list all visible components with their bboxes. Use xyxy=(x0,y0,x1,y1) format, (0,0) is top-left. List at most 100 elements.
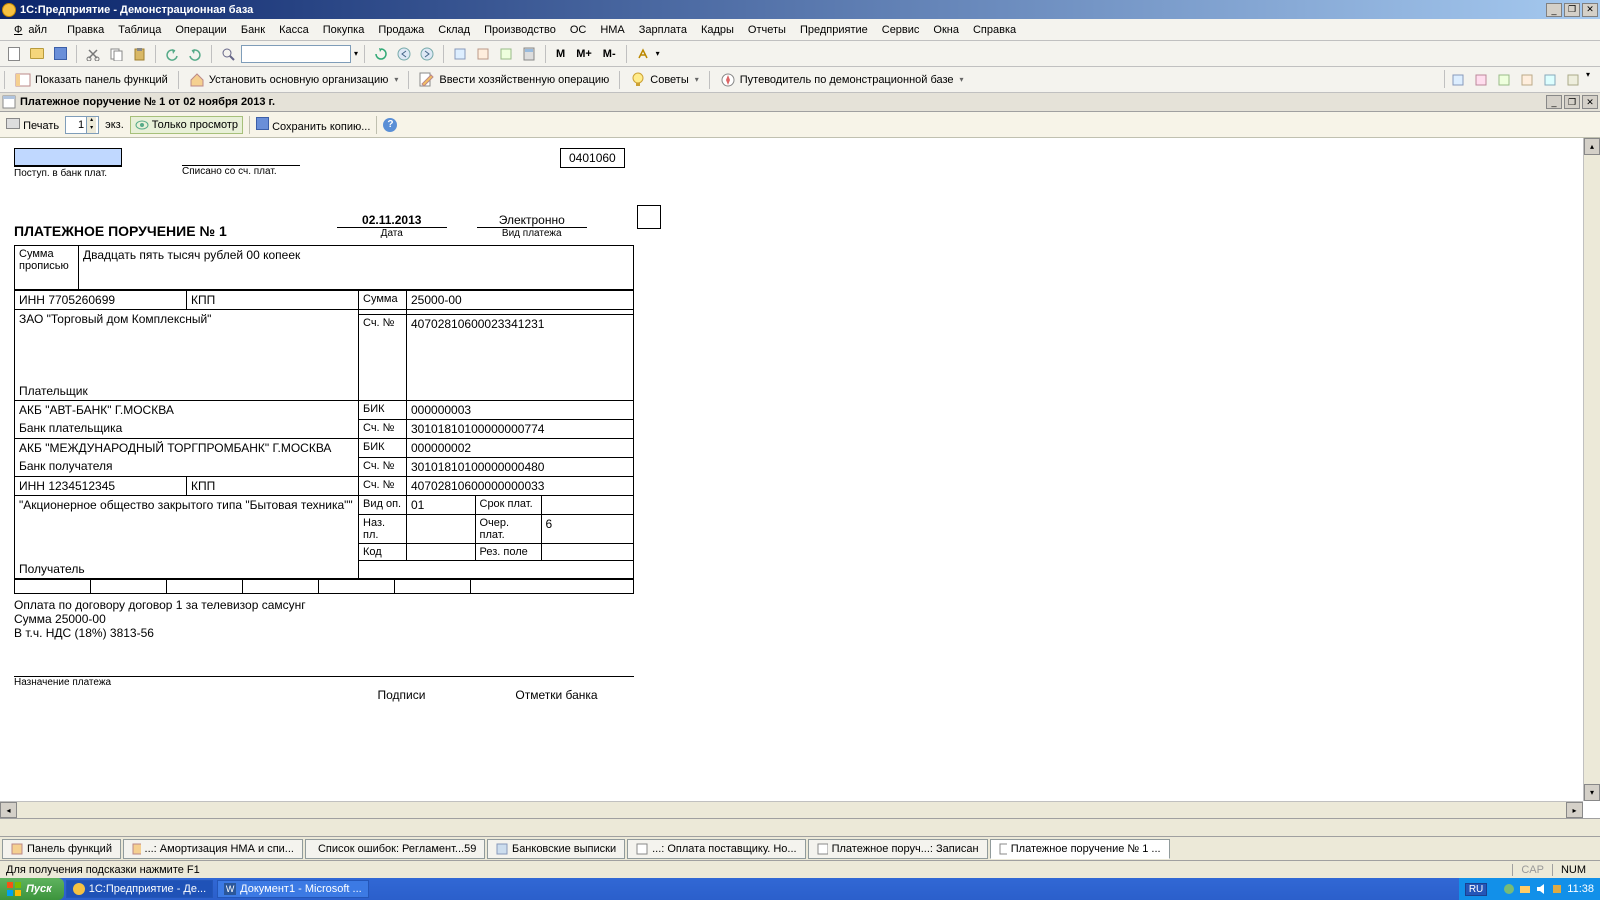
rec-bank-name: АКБ "МЕЖДУНАРОДНЫЙ ТОРГПРОМБАНК" Г.МОСКВ… xyxy=(19,441,354,455)
scroll-left-button[interactable]: ◂ xyxy=(0,802,17,818)
style-button[interactable] xyxy=(633,44,653,64)
search-input[interactable] xyxy=(241,45,351,63)
menu-service[interactable]: Сервис xyxy=(876,22,926,38)
received-field[interactable] xyxy=(14,148,122,166)
menu-reports[interactable]: Отчеты xyxy=(742,22,792,38)
doc-close-button[interactable]: ✕ xyxy=(1582,95,1598,109)
vertical-scrollbar[interactable]: ▴ ▾ xyxy=(1583,138,1600,801)
language-indicator[interactable]: RU xyxy=(1465,883,1487,896)
set-main-org-button[interactable]: Установить основную организацию xyxy=(185,71,403,89)
maximize-button[interactable]: ❐ xyxy=(1564,3,1580,17)
sum-words-value: Двадцать пять тысяч рублей 00 копеек xyxy=(79,246,634,290)
payer-name: ЗАО "Торговый дом Комплексный" xyxy=(19,312,354,326)
menu-operations[interactable]: Операции xyxy=(169,22,232,38)
doc-restore-button[interactable]: ❐ xyxy=(1564,95,1580,109)
rec-bank-label: Банк получателя xyxy=(15,457,359,476)
print-button[interactable]: Печать xyxy=(6,118,59,132)
redo-button[interactable] xyxy=(185,44,205,64)
spin-up[interactable]: ▴ xyxy=(86,117,96,125)
tool-3-button[interactable] xyxy=(496,44,516,64)
paste-button[interactable] xyxy=(129,44,149,64)
new-doc-button[interactable] xyxy=(4,44,24,64)
copies-input[interactable] xyxy=(66,119,86,131)
style-drop-icon[interactable]: ▾ xyxy=(656,49,660,58)
start-button[interactable]: Пуск xyxy=(0,878,64,900)
tips-button[interactable]: Советы xyxy=(626,71,703,89)
inn2-value: 1234512345 xyxy=(48,479,115,493)
tool-2-button[interactable] xyxy=(473,44,493,64)
menu-table[interactable]: Таблица xyxy=(112,22,167,38)
tray-icon-2[interactable] xyxy=(1519,883,1531,895)
menu-cash[interactable]: Касса xyxy=(273,22,315,38)
doc-minimize-button[interactable]: _ xyxy=(1546,95,1562,109)
wtab-errors[interactable]: Список ошибок: Регламент...59 xyxy=(305,839,485,859)
close-button[interactable]: ✕ xyxy=(1582,3,1598,17)
guide-button[interactable]: Путеводитель по демонстрационной базе xyxy=(716,71,968,89)
tray-icon-1[interactable] xyxy=(1503,883,1515,895)
spin-down[interactable]: ▾ xyxy=(86,125,96,133)
scroll-right-button[interactable]: ▸ xyxy=(1566,802,1583,818)
right-tool-3[interactable] xyxy=(1494,70,1514,90)
input-operation-button[interactable]: Ввести хозяйственную операцию xyxy=(415,71,613,89)
view-only-button[interactable]: Только просмотр xyxy=(130,116,243,134)
nav-fwd-button[interactable] xyxy=(417,44,437,64)
menu-file[interactable]: Файл xyxy=(8,22,59,38)
save-icon xyxy=(256,117,269,130)
scroll-up-button[interactable]: ▴ xyxy=(1584,138,1600,155)
payer-acc-label: Сч. № xyxy=(359,315,407,401)
horizontal-scrollbar[interactable]: ◂ ▸ xyxy=(0,801,1583,818)
inn1-value: 7705260699 xyxy=(48,293,115,307)
open-button[interactable] xyxy=(27,44,47,64)
tool-1-button[interactable] xyxy=(450,44,470,64)
task-1c[interactable]: 1С:Предприятие - Де... xyxy=(66,880,213,898)
menu-bank[interactable]: Банк xyxy=(235,22,271,38)
memory-mplus[interactable]: M+ xyxy=(572,48,596,60)
copy-button[interactable] xyxy=(106,44,126,64)
minimize-button[interactable]: _ xyxy=(1546,3,1562,17)
help-button[interactable]: ? xyxy=(383,118,397,132)
calc-button[interactable] xyxy=(519,44,539,64)
right-tool-5[interactable] xyxy=(1540,70,1560,90)
wtab-payorder-saved[interactable]: Платежное поруч...: Записан xyxy=(808,839,988,859)
menu-personnel[interactable]: Кадры xyxy=(695,22,740,38)
menu-purchase[interactable]: Покупка xyxy=(317,22,371,38)
clock[interactable]: 11:38 xyxy=(1567,883,1594,895)
wtab-bank-statements[interactable]: Банковские выписки xyxy=(487,839,625,859)
wtab-amortization[interactable]: ...: Амортизация НМА и спи... xyxy=(123,839,303,859)
refresh-button[interactable] xyxy=(371,44,391,64)
save-copy-button[interactable]: Сохранить копию... xyxy=(256,117,370,133)
menu-sale[interactable]: Продажа xyxy=(372,22,430,38)
memory-m[interactable]: M xyxy=(552,48,569,60)
memory-mminus[interactable]: M- xyxy=(599,48,620,60)
right-tool-2[interactable] xyxy=(1471,70,1491,90)
tray-icon-4[interactable] xyxy=(1551,883,1563,895)
right-tool-6[interactable] xyxy=(1563,70,1583,90)
menu-edit[interactable]: Правка xyxy=(61,22,110,38)
save-button[interactable] xyxy=(50,44,70,64)
tray-volume-icon[interactable] xyxy=(1535,883,1547,895)
menu-salary[interactable]: Зарплата xyxy=(633,22,693,38)
task-word[interactable]: W Документ1 - Microsoft ... xyxy=(217,880,369,898)
menu-enterprise[interactable]: Предприятие xyxy=(794,22,874,38)
right-tool-1[interactable] xyxy=(1448,70,1468,90)
find-button[interactable] xyxy=(218,44,238,64)
menu-os[interactable]: ОС xyxy=(564,22,593,38)
menu-nma[interactable]: НМА xyxy=(594,22,630,38)
wtab-supplier-payment[interactable]: ...: Оплата поставщику. Но... xyxy=(627,839,806,859)
status-hint: Для получения подсказки нажмите F1 xyxy=(6,864,200,876)
wtab-payorder-current[interactable]: Платежное поручение № 1 ... xyxy=(990,839,1170,859)
copies-spinner[interactable]: ▴▾ xyxy=(65,116,99,134)
menu-windows[interactable]: Окна xyxy=(927,22,965,38)
nav-back-button[interactable] xyxy=(394,44,414,64)
undo-button[interactable] xyxy=(162,44,182,64)
menu-warehouse[interactable]: Склад xyxy=(432,22,476,38)
scroll-down-button[interactable]: ▾ xyxy=(1584,784,1600,801)
show-func-panel-button[interactable]: Показать панель функций xyxy=(11,71,172,89)
search-drop-icon[interactable]: ▾ xyxy=(354,49,358,58)
wtab-func-panel[interactable]: Панель функций xyxy=(2,839,121,859)
right-tool-4[interactable] xyxy=(1517,70,1537,90)
right-drop-icon[interactable]: ▾ xyxy=(1586,70,1590,90)
menu-production[interactable]: Производство xyxy=(478,22,562,38)
menu-help[interactable]: Справка xyxy=(967,22,1022,38)
cut-button[interactable] xyxy=(83,44,103,64)
